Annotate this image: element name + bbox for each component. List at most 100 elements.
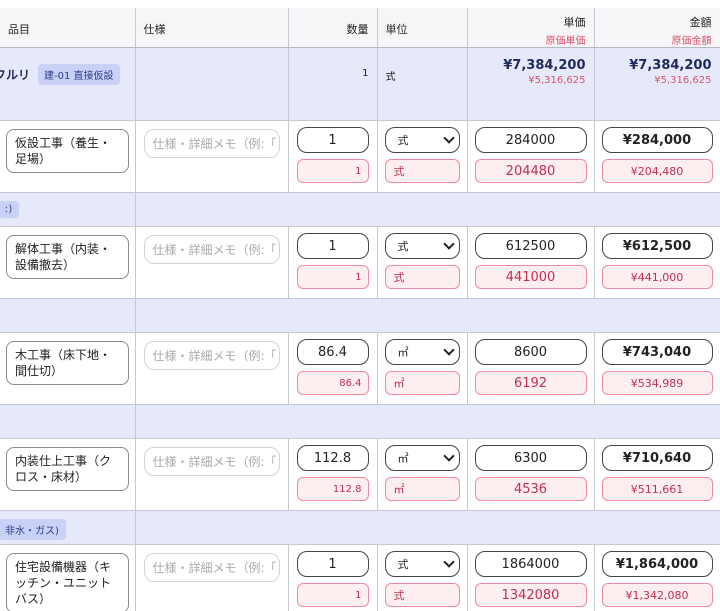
category-row[interactable] — [0, 404, 720, 439]
qty-input[interactable]: 86.4 — [296, 339, 369, 365]
spec-memo-input[interactable]: 仕様・詳細メモ（例:「 — [143, 341, 280, 370]
item-price-cell: 1864000 1342080 — [467, 544, 595, 611]
cost-qty-input[interactable]: 86.4 — [296, 371, 369, 395]
header-unit-price-label: 単価 — [563, 16, 586, 29]
unit-select[interactable]: ㎡ — [384, 445, 460, 471]
item-name-field[interactable]: 解体工事（内装・設備撤去） — [6, 235, 129, 279]
header-amount-orig: 原価金額 — [671, 36, 712, 47]
cost-qty-input[interactable]: 112.8 — [296, 477, 369, 501]
category-row[interactable]: 非水・ガス) — [0, 510, 720, 545]
spec-memo-input[interactable]: 仕様・詳細メモ（例:「 — [143, 553, 280, 582]
category-label-cell: 非水・ガス) — [0, 510, 136, 545]
cost-qty-input[interactable]: 1 — [296, 583, 369, 607]
group-name: フルリ — [0, 68, 31, 82]
item-name-field[interactable]: 木工事（床下地・間仕切） — [6, 341, 129, 385]
chevron-down-icon — [442, 344, 455, 356]
item-spec-cell: 仕様・詳細メモ（例:「 — [135, 226, 289, 299]
item-name-cell: 内装仕上工事（クロス・床材） — [0, 438, 136, 511]
cost-unit-price-input[interactable]: 441000 — [474, 265, 587, 289]
qty-input[interactable]: 112.8 — [296, 445, 369, 471]
item-qty-cell: 86.4 86.4 — [288, 332, 378, 405]
unit-select[interactable]: 式 — [384, 233, 460, 259]
item-amount-cell: ¥743,040 ¥534,989 — [594, 332, 720, 405]
qty-input[interactable]: 1 — [296, 233, 369, 259]
cost-unit-field[interactable]: 式 — [384, 159, 460, 183]
cost-amount-field: ¥1,342,080 — [601, 583, 713, 607]
estimate-table: 品目 仕様 数量 単位 単価 原価単価 金額 原価金額 フルリ 建-01 直接仮設… — [0, 8, 720, 611]
item-qty-cell: 112.8 112.8 — [288, 438, 378, 511]
spec-memo-input[interactable]: 仕様・詳細メモ（例:「 — [143, 235, 280, 264]
item-name-field[interactable]: 仮設工事（養生・足場） — [6, 129, 129, 173]
unit-select[interactable]: ㎡ — [384, 339, 460, 365]
category-label-cell — [0, 298, 136, 333]
table-row: 内装仕上工事（クロス・床材） 仕様・詳細メモ（例:「 112.8 112.8 ㎡㎡ 630… — [0, 438, 720, 511]
cost-unit-price-input[interactable]: 1342080 — [474, 583, 587, 607]
unit-price-input[interactable]: 284000 — [474, 127, 587, 153]
qty-input[interactable]: 1 — [296, 551, 369, 577]
unit-price-input[interactable]: 1864000 — [474, 551, 587, 577]
table-row: 住宅設備機器（キッチン・ユニットバス） 仕様・詳細メモ（例:「 1 1 式式 186400… — [0, 544, 720, 611]
unit-select[interactable]: 式 — [384, 551, 460, 577]
table-row: 解体工事（内装・設備撤去） 仕様・詳細メモ（例:「 1 1 式式 612500 441000… — [0, 226, 720, 299]
unit-select-value: 式 — [397, 134, 409, 147]
item-unit-cell: 式式 — [377, 226, 468, 299]
item-name-cell: 木工事（床下地・間仕切） — [0, 332, 136, 405]
group-name-cell: フルリ 建-01 直接仮設 — [0, 47, 136, 121]
item-amount-cell: ¥710,640 ¥511,661 — [594, 438, 720, 511]
header-spec: 仕様 — [135, 8, 289, 48]
amount-field: ¥284,000 — [601, 127, 713, 153]
cost-amount-field: ¥204,480 — [601, 159, 713, 183]
item-unit-cell: ㎡㎡ — [377, 332, 468, 405]
group-code-badge: 建-01 直接仮設 — [38, 64, 120, 85]
header-qty: 数量 — [288, 8, 378, 48]
chevron-down-icon — [442, 238, 455, 250]
cost-unit-price-input[interactable]: 204480 — [474, 159, 587, 183]
unit-select[interactable]: 式 — [384, 127, 460, 153]
cost-unit-field[interactable]: ㎡ — [384, 371, 460, 395]
group-unit-price-value: ¥7,384,200 — [503, 58, 586, 73]
category-badge: ː) — [0, 201, 20, 218]
cost-unit-field[interactable]: ㎡ — [384, 477, 460, 501]
item-spec-cell: 仕様・詳細メモ（例:「 — [135, 544, 289, 611]
qty-input[interactable]: 1 — [296, 127, 369, 153]
cost-qty-input[interactable]: 1 — [296, 159, 369, 183]
spec-memo-input[interactable]: 仕様・詳細メモ（例:「 — [143, 129, 280, 158]
unit-select-value: 式 — [397, 558, 409, 571]
category-fill-cell — [135, 510, 720, 545]
group-amount-orig: ¥5,316,625 — [654, 75, 712, 86]
cost-unit-price-input[interactable]: 4536 — [474, 477, 587, 501]
table-row: 仮設工事（養生・足場） 仕様・詳細メモ（例:「 1 1 式式 284000 204480 ¥2… — [0, 120, 720, 193]
item-unit-cell: 式式 — [377, 120, 468, 193]
cost-unit-field[interactable]: 式 — [384, 265, 460, 289]
chevron-down-icon — [442, 556, 455, 568]
cost-unit-price-input[interactable]: 6192 — [474, 371, 587, 395]
item-price-cell: 6300 4536 — [467, 438, 595, 511]
amount-field: ¥710,640 — [601, 445, 713, 471]
item-name-field[interactable]: 内装仕上工事（クロス・床材） — [6, 447, 129, 491]
category-row[interactable]: ː) — [0, 192, 720, 227]
item-spec-cell: 仕様・詳細メモ（例:「 — [135, 438, 289, 511]
cost-amount-field: ¥534,989 — [601, 371, 713, 395]
unit-price-input[interactable]: 8600 — [474, 339, 587, 365]
unit-select-value: ㎡ — [397, 346, 409, 359]
group-unit-price: ¥7,384,200 ¥5,316,625 — [467, 47, 595, 121]
category-label-cell — [0, 404, 136, 439]
item-price-cell: 612500 441000 — [467, 226, 595, 299]
group-qty: 1 — [288, 47, 378, 121]
item-spec-cell: 仕様・詳細メモ（例:「 — [135, 332, 289, 405]
item-unit-cell: 式式 — [377, 544, 468, 611]
category-fill-cell — [135, 192, 720, 227]
unit-price-input[interactable]: 612500 — [474, 233, 587, 259]
group-row[interactable]: フルリ 建-01 直接仮設 1 式 ¥7,384,200 ¥5,316,625 ¥… — [0, 47, 720, 121]
header-unit-price: 単価 原価単価 — [467, 8, 595, 48]
group-unit-price-orig: ¥5,316,625 — [528, 75, 586, 86]
item-name-field[interactable]: 住宅設備機器（キッチン・ユニットバス） — [6, 553, 129, 611]
unit-price-input[interactable]: 6300 — [474, 445, 587, 471]
group-spec-cell — [135, 47, 289, 121]
cost-qty-input[interactable]: 1 — [296, 265, 369, 289]
cost-unit-field[interactable]: 式 — [384, 583, 460, 607]
category-row[interactable] — [0, 298, 720, 333]
spec-memo-input[interactable]: 仕様・詳細メモ（例:「 — [143, 447, 280, 476]
group-amount-value: ¥7,384,200 — [629, 58, 712, 73]
item-amount-cell: ¥612,500 ¥441,000 — [594, 226, 720, 299]
